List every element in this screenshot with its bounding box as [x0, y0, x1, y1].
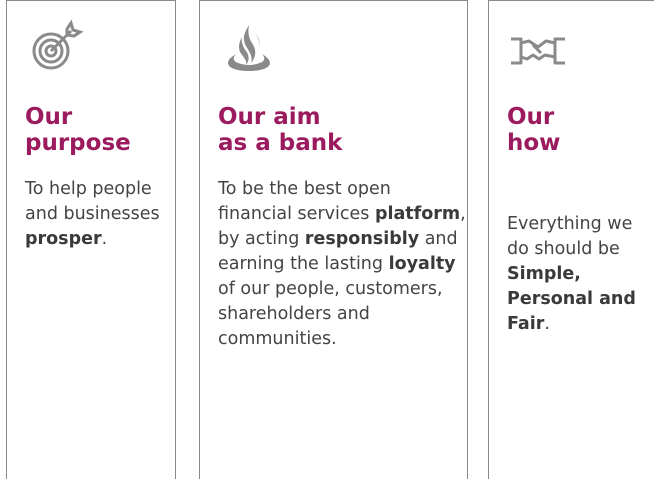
purpose-text: To help people and businesses prosper. [25, 179, 160, 249]
target-icon [32, 19, 84, 70]
how-text: Everything we do should be Simple, Perso… [507, 214, 636, 334]
purpose-card: Our purpose To help people and businesse… [6, 0, 176, 479]
aim-card: Our aim as a bank To be the best open fi… [199, 0, 468, 479]
how-card: Our how Everything we do should be Simpl… [488, 0, 654, 479]
aim-text: To be the best open financial services p… [218, 179, 466, 349]
how-heading: Our how [507, 104, 561, 156]
flame-logo-icon [228, 25, 270, 71]
purpose-heading: Our purpose [25, 104, 131, 156]
handshake-icon [511, 37, 565, 65]
aim-heading: Our aim as a bank [218, 104, 343, 156]
